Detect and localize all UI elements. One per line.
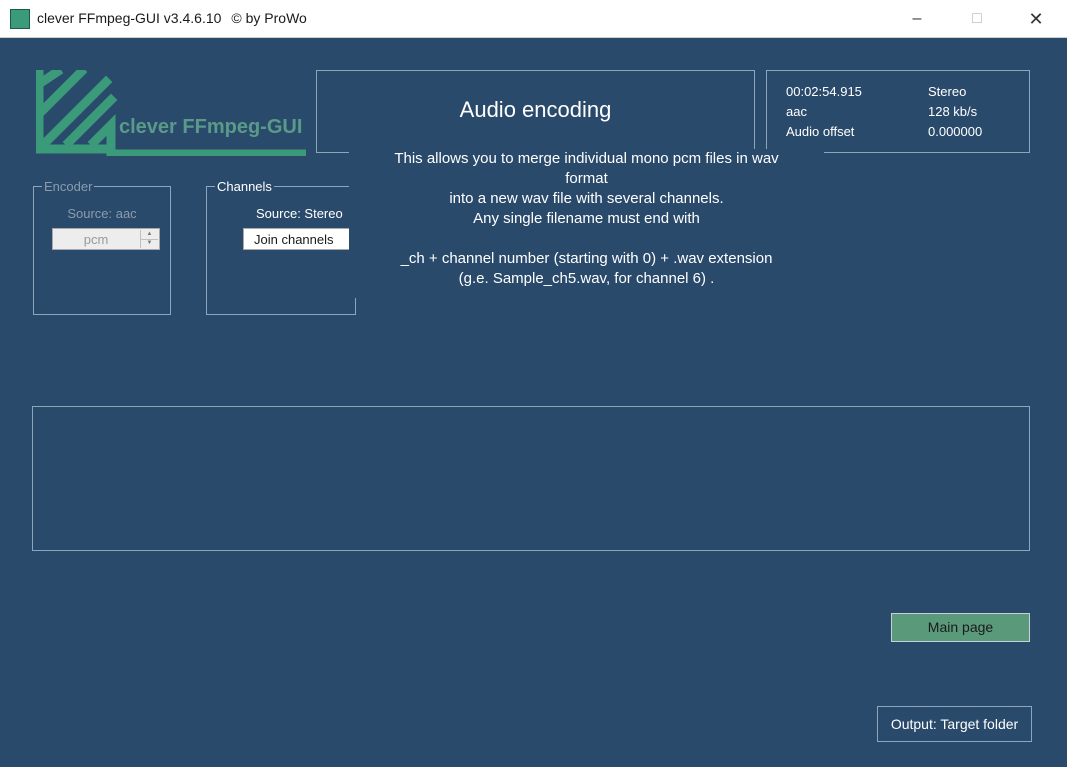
channels-spinner[interactable]: Join channels [243, 228, 358, 250]
tooltip-line [349, 229, 824, 249]
minimize-icon: – [912, 10, 922, 27]
page-title: Audio encoding [459, 97, 612, 122]
main-page-button[interactable]: Main page [891, 613, 1030, 642]
encoder-spinner: pcm ▲ ▼ [52, 228, 160, 250]
channels-group: Channels Source: Stereo Join channels [206, 179, 358, 315]
audio-offset-label: Audio offset [786, 124, 855, 139]
close-button[interactable]: ✕ [1013, 0, 1059, 38]
encoder-legend: Encoder [42, 179, 95, 194]
encoder-source: Source: aac [67, 206, 137, 221]
minimize-button[interactable]: – [894, 0, 940, 38]
window-copyright: © by ProWo [231, 10, 307, 26]
window-title-text: clever FFmpeg-GUI v3.4.6.10 [37, 10, 222, 26]
bitrate-value: 128 kb/s [928, 104, 978, 119]
spinner-down-icon: ▼ [146, 240, 153, 246]
tooltip-line: _ch + channel number (starting with 0) +… [400, 250, 773, 267]
maximize-button[interactable]: □ [954, 0, 1000, 38]
tooltip-line: format [565, 170, 608, 187]
logo: clever FFmpeg-GUI [36, 70, 306, 156]
tooltip-line: (g.e. Sample_ch5.wav, for channel 6) . [458, 270, 715, 287]
log-output-area[interactable] [32, 406, 1030, 551]
audio-offset-value: 0.000000 [928, 124, 983, 139]
channels-value: Stereo [928, 84, 967, 99]
maximize-icon: □ [972, 10, 982, 27]
encoder-spinner-arrows: ▲ ▼ [140, 230, 158, 248]
close-icon: ✕ [1028, 8, 1044, 29]
tooltip-line: into a new wav file with several channel… [449, 190, 724, 207]
channels-value: Join channels [254, 232, 334, 247]
tooltip-line: This allows you to merge individual mono… [394, 150, 779, 167]
logo-mark [36, 70, 306, 156]
codec-value: aac [786, 104, 807, 119]
encoder-group: Encoder Source: aac pcm ▲ ▼ [33, 179, 171, 315]
duration-value: 00:02:54.915 [786, 84, 862, 99]
help-tooltip: This allows you to merge individual mono… [349, 149, 824, 298]
output-target-folder-button[interactable]: Output: Target folder [877, 706, 1032, 742]
window-title: clever FFmpeg-GUI v3.4.6.10 © by ProWo [37, 10, 307, 26]
header-panel: Audio encoding [316, 70, 755, 153]
app-icon [10, 9, 30, 29]
title-bar: clever FFmpeg-GUI v3.4.6.10 © by ProWo – … [0, 0, 1067, 38]
channels-legend: Channels [215, 179, 274, 194]
encoder-value: pcm [83, 232, 109, 247]
info-panel: 00:02:54.915 Stereo aac 128 kb/s Audio o… [766, 70, 1030, 153]
logo-text: clever FFmpeg-GUI [119, 116, 303, 138]
tooltip-line: Any single filename must end with [473, 210, 700, 227]
channels-source: Source: Stereo [256, 206, 343, 221]
